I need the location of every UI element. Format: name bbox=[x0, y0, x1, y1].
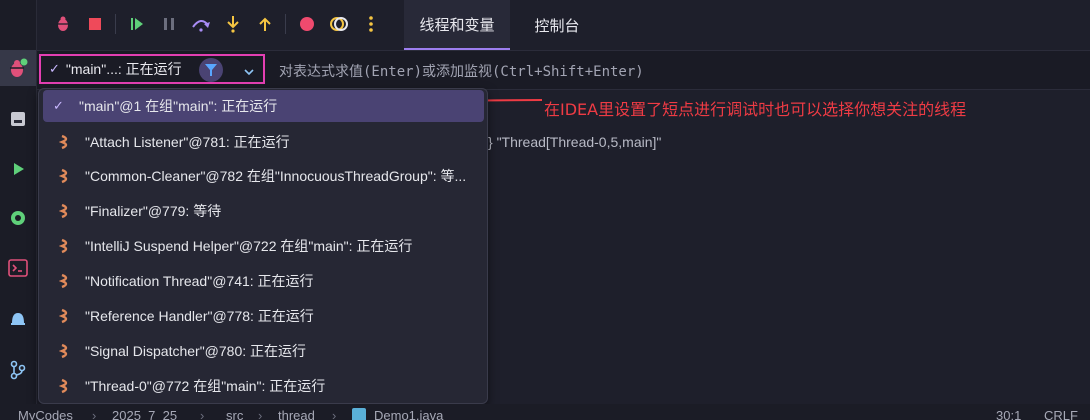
breadcrumb-package[interactable]: thread bbox=[278, 408, 315, 420]
thread-dropdown: ✓ "main"@1 在组"main": 正在运行 "Attach Listen… bbox=[38, 88, 488, 404]
thread-icon bbox=[55, 343, 77, 359]
thread-label: "main"@1 在组"main": 正在运行 bbox=[79, 98, 278, 114]
thread-label: "Attach Listener"@781: 正在运行 bbox=[85, 134, 290, 150]
thread-item[interactable]: "Thread-0"@772 在组"main": 正在运行 bbox=[43, 370, 484, 402]
chevron-right-icon: › bbox=[92, 408, 97, 420]
breadcrumb-folder[interactable]: 2025_7_25 bbox=[112, 408, 177, 420]
check-icon: ✓ bbox=[53, 98, 64, 113]
tab-console[interactable]: 控制台 bbox=[514, 0, 600, 50]
thread-label: "Reference Handler"@778: 正在运行 bbox=[85, 308, 314, 324]
status-bar: MyCodes › 2025_7_25 › src › thread › Dem… bbox=[0, 404, 1090, 420]
settings-icon[interactable] bbox=[0, 200, 36, 236]
thread-item[interactable]: "Common-Cleaner"@782 在组"InnocuousThreadG… bbox=[43, 160, 484, 192]
chevron-right-icon: › bbox=[258, 408, 263, 420]
breadcrumb-src[interactable]: src bbox=[226, 408, 243, 420]
thread-label: "Signal Dispatcher"@780: 正在运行 bbox=[85, 343, 307, 359]
filter-icon[interactable] bbox=[199, 58, 223, 82]
thread-item[interactable]: "Signal Dispatcher"@780: 正在运行 bbox=[43, 335, 484, 367]
thread-item-main[interactable]: ✓ "main"@1 在组"main": 正在运行 bbox=[43, 90, 484, 122]
debug-toolbar: 线程和变量 控制台 bbox=[37, 0, 1090, 50]
pause-icon[interactable] bbox=[157, 12, 181, 36]
thread-item[interactable]: "Notification Thread"@741: 正在运行 bbox=[43, 265, 484, 297]
thread-item[interactable]: "Reference Handler"@778: 正在运行 bbox=[43, 300, 484, 332]
breadcrumb-project[interactable]: MyCodes bbox=[18, 408, 73, 420]
thread-label: "Common-Cleaner"@782 在组"InnocuousThreadG… bbox=[85, 168, 467, 184]
git-icon[interactable] bbox=[0, 352, 36, 388]
more-icon[interactable] bbox=[359, 12, 383, 36]
problems-icon[interactable] bbox=[0, 300, 36, 336]
tab-label: 控制台 bbox=[534, 16, 580, 35]
chevron-down-icon[interactable] bbox=[243, 63, 255, 82]
thread-icon bbox=[55, 203, 77, 219]
step-into-icon[interactable] bbox=[221, 12, 245, 36]
check-icon: ✓ bbox=[49, 61, 60, 77]
caret-position[interactable]: 30:1 bbox=[996, 408, 1021, 420]
thread-item[interactable]: "IntelliJ Suspend Helper"@722 在组"main": … bbox=[43, 230, 484, 262]
evaluate-bar: ✓ "main"...: 正在运行 对表达式求值(Enter)或添加监视(Ctr… bbox=[37, 50, 1090, 90]
java-file-icon bbox=[352, 408, 366, 420]
thread-item[interactable]: "Finalizer"@779: 等待 bbox=[43, 195, 484, 227]
thread-icon bbox=[55, 378, 77, 394]
chevron-right-icon: › bbox=[332, 408, 337, 420]
step-out-icon[interactable] bbox=[253, 12, 277, 36]
thread-item[interactable]: "Attach Listener"@781: 正在运行 bbox=[43, 126, 484, 158]
thread-icon bbox=[55, 168, 77, 184]
thread-icon bbox=[55, 134, 77, 150]
step-over-icon[interactable] bbox=[189, 12, 213, 36]
variable-value-text: } "Thread[Thread-0,5,main]" bbox=[488, 134, 662, 150]
thread-icon bbox=[55, 238, 77, 254]
thread-selector[interactable]: ✓ "main"...: 正在运行 bbox=[39, 54, 265, 84]
tab-threads-variables[interactable]: 线程和变量 bbox=[404, 0, 510, 50]
thread-label: "IntelliJ Suspend Helper"@722 在组"main": … bbox=[85, 238, 413, 254]
rerun-debug-icon[interactable] bbox=[51, 12, 75, 36]
annotation-text: 在IDEA里设置了短点进行调试时也可以选择你想关注的线程 bbox=[544, 100, 967, 119]
thread-label: "Notification Thread"@741: 正在运行 bbox=[85, 273, 314, 289]
view-breakpoints-icon[interactable] bbox=[295, 12, 319, 36]
resume-icon[interactable] bbox=[125, 12, 149, 36]
thread-label: "Thread-0"@772 在组"main": 正在运行 bbox=[85, 378, 326, 394]
thread-selector-label: "main"...: 正在运行 bbox=[65, 61, 182, 77]
mute-breakpoints-icon[interactable] bbox=[327, 12, 351, 36]
stop-icon[interactable] bbox=[83, 12, 107, 36]
run-icon[interactable] bbox=[0, 151, 36, 187]
thread-icon bbox=[55, 308, 77, 324]
debug-icon[interactable] bbox=[0, 50, 36, 86]
thread-label: "Finalizer"@779: 等待 bbox=[85, 203, 222, 219]
tool-window-bar bbox=[0, 0, 37, 420]
terminal-icon[interactable] bbox=[0, 250, 36, 286]
evaluate-input[interactable]: 对表达式求值(Enter)或添加监视(Ctrl+Shift+Enter) bbox=[279, 61, 644, 81]
database-icon[interactable] bbox=[0, 101, 36, 137]
line-ending[interactable]: CRLF bbox=[1044, 408, 1078, 420]
chevron-right-icon: › bbox=[200, 408, 205, 420]
thread-icon bbox=[55, 273, 77, 289]
tab-label: 线程和变量 bbox=[419, 15, 495, 34]
breadcrumb-file[interactable]: Demo1.java bbox=[374, 408, 443, 420]
